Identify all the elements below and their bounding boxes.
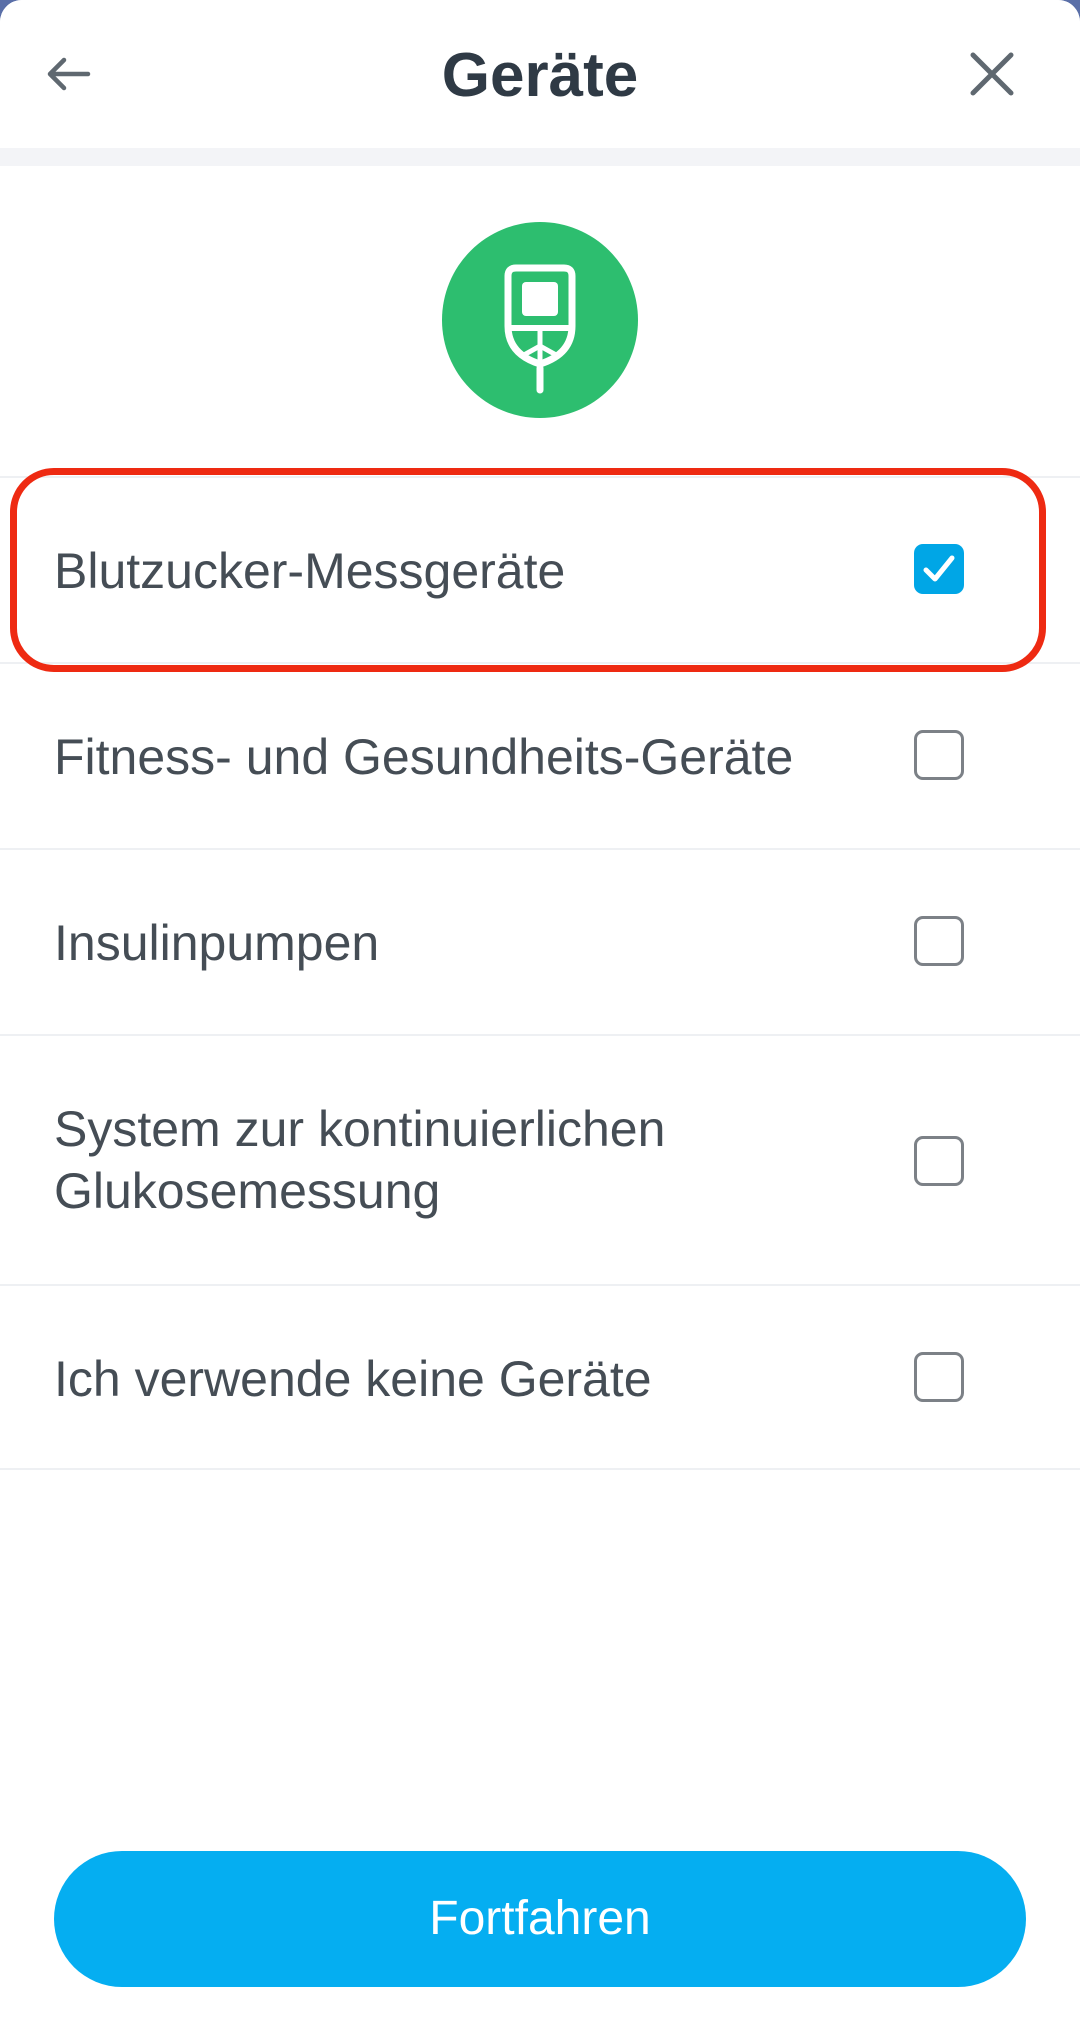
option-label: System zur kontinuierlichen Glukosemessu…	[54, 1101, 666, 1219]
checkbox-unchecked[interactable]	[914, 1352, 964, 1402]
option-label: Fitness- und Gesundheits-Geräte	[54, 729, 794, 785]
devices-sheet: Geräte Blutzucker-Messgeräte Fitness- un…	[0, 0, 1080, 2044]
option-row-blutzucker[interactable]: Blutzucker-Messgeräte	[0, 476, 1080, 662]
option-row-cgm[interactable]: System zur kontinuierlichen Glukosemessu…	[0, 1034, 1080, 1284]
arrow-left-icon	[44, 54, 92, 99]
option-label: Insulinpumpen	[54, 915, 380, 971]
header-divider	[0, 148, 1080, 166]
option-label: Blutzucker-Messgeräte	[54, 543, 566, 599]
option-row-keine[interactable]: Ich verwende keine Geräte	[0, 1284, 1080, 1470]
close-icon	[969, 51, 1015, 102]
option-label: Ich verwende keine Geräte	[54, 1351, 652, 1407]
checkbox-unchecked[interactable]	[914, 916, 964, 966]
checkbox-checked[interactable]	[914, 544, 964, 594]
checkmark-icon	[923, 555, 955, 582]
close-button[interactable]	[952, 36, 1032, 116]
checkbox-unchecked[interactable]	[914, 1136, 964, 1186]
glucose-meter-icon	[442, 222, 638, 418]
back-button[interactable]	[28, 36, 108, 116]
page-title: Geräte	[441, 41, 639, 110]
header-bar: Geräte	[0, 0, 1080, 148]
device-options-list: Blutzucker-Messgeräte Fitness- und Gesun…	[0, 476, 1080, 1470]
option-row-fitness[interactable]: Fitness- und Gesundheits-Geräte	[0, 662, 1080, 848]
checkbox-unchecked[interactable]	[914, 730, 964, 780]
continue-button[interactable]: Fortfahren	[54, 1851, 1026, 1987]
option-row-insulinpumpen[interactable]: Insulinpumpen	[0, 848, 1080, 1034]
